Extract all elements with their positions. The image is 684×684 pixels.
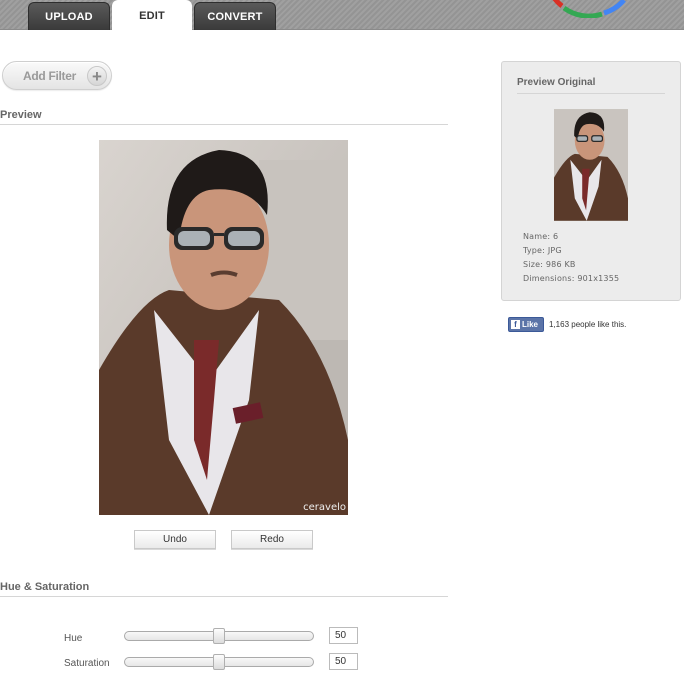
panel-divider (517, 93, 665, 94)
undo-button[interactable]: Undo (134, 530, 216, 549)
hue-slider[interactable] (124, 628, 314, 644)
file-dimensions: Dimensions: 901x1355 (523, 274, 620, 283)
saturation-slider[interactable] (124, 654, 314, 670)
facebook-like-button[interactable]: f Like (508, 317, 544, 332)
like-count-text: 1,163 people like this. (549, 320, 627, 329)
file-name: Name: 6 (523, 232, 559, 241)
add-filter-label: Add Filter (23, 69, 76, 83)
plus-icon: + (87, 66, 107, 86)
tab-convert[interactable]: CONVERT (194, 2, 276, 30)
saturation-value-field[interactable]: 50 (329, 653, 358, 670)
logo-arc-icon (552, 0, 626, 18)
hue-slider-handle[interactable] (213, 628, 225, 644)
saturation-label: Saturation (64, 658, 110, 669)
saturation-slider-handle[interactable] (213, 654, 225, 670)
section-divider (0, 124, 448, 125)
preview-original-panel: Preview Original Name: 6 Type: JPG Size:… (501, 61, 681, 301)
file-type: Type: JPG (523, 246, 562, 255)
preview-section-title: Preview (0, 109, 42, 121)
hue-saturation-title: Hue & Saturation (0, 581, 90, 593)
like-label: Like (522, 320, 539, 329)
hue-label: Hue (64, 633, 83, 644)
add-filter-button[interactable]: Add Filter + (2, 61, 112, 90)
top-nav-bar: UPLOAD EDIT CONVERT (0, 0, 684, 31)
redo-button[interactable]: Redo (231, 530, 313, 549)
tab-upload[interactable]: UPLOAD (28, 2, 110, 30)
facebook-icon: f (511, 320, 520, 329)
tab-edit[interactable]: EDIT (112, 0, 192, 31)
file-size: Size: 986 KB (523, 260, 576, 269)
original-thumbnail (554, 109, 628, 221)
hue-value-field[interactable]: 50 (329, 627, 358, 644)
facebook-like-widget: f Like 1,163 people like this. (508, 317, 626, 332)
preview-image: ceravelo (99, 140, 348, 515)
section-divider (0, 596, 448, 597)
panel-title: Preview Original (517, 77, 596, 88)
watermark-text: ceravelo (303, 502, 346, 513)
